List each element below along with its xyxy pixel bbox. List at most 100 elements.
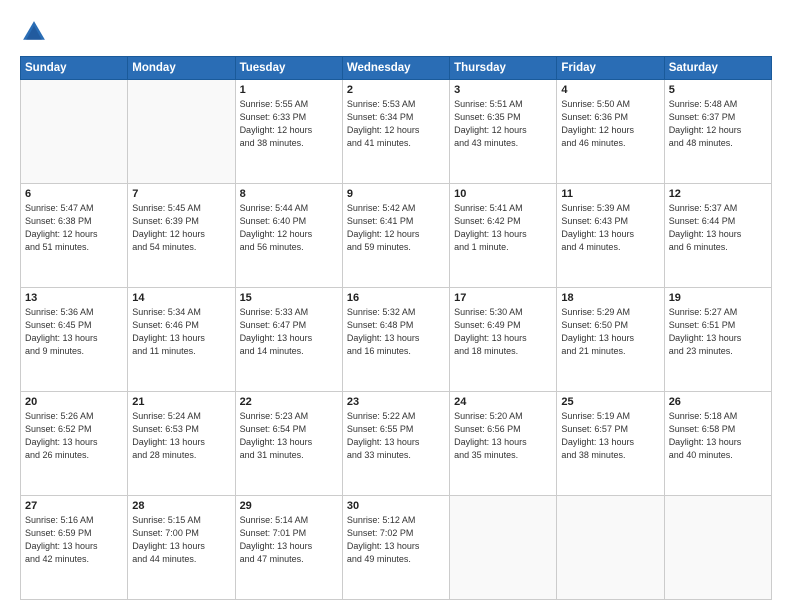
- calendar-cell: 17 Sunrise: 5:30 AM Sunset: 6:49 PM Dayli…: [450, 288, 557, 392]
- day-number: 3: [454, 84, 552, 96]
- day-info: Sunrise: 5:16 AM Sunset: 6:59 PM Dayligh…: [25, 514, 123, 566]
- calendar-cell: 7 Sunrise: 5:45 AM Sunset: 6:39 PM Daylig…: [128, 184, 235, 288]
- calendar-cell: 23 Sunrise: 5:22 AM Sunset: 6:55 PM Dayli…: [342, 392, 449, 496]
- day-number: 4: [561, 84, 659, 96]
- calendar-cell: [21, 80, 128, 184]
- day-number: 20: [25, 396, 123, 408]
- calendar-table: SundayMondayTuesdayWednesdayThursdayFrid…: [20, 56, 772, 600]
- day-info: Sunrise: 5:29 AM Sunset: 6:50 PM Dayligh…: [561, 306, 659, 358]
- logo-icon: [20, 18, 48, 46]
- day-number: 12: [669, 188, 767, 200]
- day-number: 14: [132, 292, 230, 304]
- day-info: Sunrise: 5:51 AM Sunset: 6:35 PM Dayligh…: [454, 98, 552, 150]
- day-number: 25: [561, 396, 659, 408]
- calendar-cell: 8 Sunrise: 5:44 AM Sunset: 6:40 PM Daylig…: [235, 184, 342, 288]
- day-header-tuesday: Tuesday: [235, 57, 342, 80]
- day-info: Sunrise: 5:33 AM Sunset: 6:47 PM Dayligh…: [240, 306, 338, 358]
- day-info: Sunrise: 5:12 AM Sunset: 7:02 PM Dayligh…: [347, 514, 445, 566]
- day-info: Sunrise: 5:41 AM Sunset: 6:42 PM Dayligh…: [454, 202, 552, 254]
- day-number: 23: [347, 396, 445, 408]
- page: SundayMondayTuesdayWednesdayThursdayFrid…: [0, 0, 792, 612]
- day-number: 5: [669, 84, 767, 96]
- day-info: Sunrise: 5:19 AM Sunset: 6:57 PM Dayligh…: [561, 410, 659, 462]
- day-info: Sunrise: 5:20 AM Sunset: 6:56 PM Dayligh…: [454, 410, 552, 462]
- calendar-cell: 21 Sunrise: 5:24 AM Sunset: 6:53 PM Dayli…: [128, 392, 235, 496]
- day-number: 22: [240, 396, 338, 408]
- day-info: Sunrise: 5:23 AM Sunset: 6:54 PM Dayligh…: [240, 410, 338, 462]
- calendar-cell: 9Sunrise: 5:42 AM Sunset: 6:41 PM Daylig…: [342, 184, 449, 288]
- calendar-cell: 4 Sunrise: 5:50 AM Sunset: 6:36 PM Daylig…: [557, 80, 664, 184]
- day-number: 6: [25, 188, 123, 200]
- calendar-cell: 26Sunrise: 5:18 AM Sunset: 6:58 PM Dayli…: [664, 392, 771, 496]
- calendar-week-row: 13 Sunrise: 5:36 AM Sunset: 6:45 PM Dayli…: [21, 288, 772, 392]
- calendar-cell: [557, 496, 664, 600]
- day-number: 8: [240, 188, 338, 200]
- header: [20, 18, 772, 46]
- day-number: 11: [561, 188, 659, 200]
- day-info: Sunrise: 5:47 AM Sunset: 6:38 PM Dayligh…: [25, 202, 123, 254]
- day-info: Sunrise: 5:36 AM Sunset: 6:45 PM Dayligh…: [25, 306, 123, 358]
- day-number: 2: [347, 84, 445, 96]
- day-info: Sunrise: 5:32 AM Sunset: 6:48 PM Dayligh…: [347, 306, 445, 358]
- calendar-week-row: 1Sunrise: 5:55 AM Sunset: 6:33 PM Daylig…: [21, 80, 772, 184]
- logo: [20, 18, 52, 46]
- day-number: 30: [347, 500, 445, 512]
- day-header-saturday: Saturday: [664, 57, 771, 80]
- calendar-cell: 11 Sunrise: 5:39 AM Sunset: 6:43 PM Dayli…: [557, 184, 664, 288]
- day-number: 28: [132, 500, 230, 512]
- day-number: 26: [669, 396, 767, 408]
- day-number: 29: [240, 500, 338, 512]
- day-number: 19: [669, 292, 767, 304]
- day-info: Sunrise: 5:22 AM Sunset: 6:55 PM Dayligh…: [347, 410, 445, 462]
- day-header-wednesday: Wednesday: [342, 57, 449, 80]
- day-number: 13: [25, 292, 123, 304]
- day-number: 24: [454, 396, 552, 408]
- day-info: Sunrise: 5:24 AM Sunset: 6:53 PM Dayligh…: [132, 410, 230, 462]
- day-info: Sunrise: 5:50 AM Sunset: 6:36 PM Dayligh…: [561, 98, 659, 150]
- day-header-thursday: Thursday: [450, 57, 557, 80]
- day-info: Sunrise: 5:45 AM Sunset: 6:39 PM Dayligh…: [132, 202, 230, 254]
- calendar-cell: 15Sunrise: 5:33 AM Sunset: 6:47 PM Dayli…: [235, 288, 342, 392]
- calendar-cell: 22 Sunrise: 5:23 AM Sunset: 6:54 PM Dayli…: [235, 392, 342, 496]
- calendar-cell: 18 Sunrise: 5:29 AM Sunset: 6:50 PM Dayli…: [557, 288, 664, 392]
- calendar-cell: 25 Sunrise: 5:19 AM Sunset: 6:57 PM Dayli…: [557, 392, 664, 496]
- calendar-cell: 16 Sunrise: 5:32 AM Sunset: 6:48 PM Dayli…: [342, 288, 449, 392]
- day-info: Sunrise: 5:34 AM Sunset: 6:46 PM Dayligh…: [132, 306, 230, 358]
- day-header-sunday: Sunday: [21, 57, 128, 80]
- calendar-cell: [664, 496, 771, 600]
- day-number: 9: [347, 188, 445, 200]
- day-number: 18: [561, 292, 659, 304]
- calendar-cell: 3 Sunrise: 5:51 AM Sunset: 6:35 PM Daylig…: [450, 80, 557, 184]
- day-info: Sunrise: 5:27 AM Sunset: 6:51 PM Dayligh…: [669, 306, 767, 358]
- calendar-cell: 27 Sunrise: 5:16 AM Sunset: 6:59 PM Dayli…: [21, 496, 128, 600]
- calendar-cell: 6 Sunrise: 5:47 AM Sunset: 6:38 PM Daylig…: [21, 184, 128, 288]
- day-info: Sunrise: 5:30 AM Sunset: 6:49 PM Dayligh…: [454, 306, 552, 358]
- day-number: 10: [454, 188, 552, 200]
- day-header-monday: Monday: [128, 57, 235, 80]
- calendar-cell: [450, 496, 557, 600]
- day-info: Sunrise: 5:26 AM Sunset: 6:52 PM Dayligh…: [25, 410, 123, 462]
- day-number: 7: [132, 188, 230, 200]
- calendar-cell: 5 Sunrise: 5:48 AM Sunset: 6:37 PM Daylig…: [664, 80, 771, 184]
- calendar-cell: 28Sunrise: 5:15 AM Sunset: 7:00 PM Dayli…: [128, 496, 235, 600]
- calendar-cell: 13 Sunrise: 5:36 AM Sunset: 6:45 PM Dayli…: [21, 288, 128, 392]
- day-number: 16: [347, 292, 445, 304]
- calendar-week-row: 27 Sunrise: 5:16 AM Sunset: 6:59 PM Dayli…: [21, 496, 772, 600]
- calendar-cell: 20 Sunrise: 5:26 AM Sunset: 6:52 PM Dayli…: [21, 392, 128, 496]
- day-info: Sunrise: 5:48 AM Sunset: 6:37 PM Dayligh…: [669, 98, 767, 150]
- calendar-week-row: 6 Sunrise: 5:47 AM Sunset: 6:38 PM Daylig…: [21, 184, 772, 288]
- calendar-cell: [128, 80, 235, 184]
- day-info: Sunrise: 5:53 AM Sunset: 6:34 PM Dayligh…: [347, 98, 445, 150]
- calendar-cell: 29Sunrise: 5:14 AM Sunset: 7:01 PM Dayli…: [235, 496, 342, 600]
- calendar-cell: 19 Sunrise: 5:27 AM Sunset: 6:51 PM Dayli…: [664, 288, 771, 392]
- day-number: 17: [454, 292, 552, 304]
- day-info: Sunrise: 5:39 AM Sunset: 6:43 PM Dayligh…: [561, 202, 659, 254]
- day-info: Sunrise: 5:37 AM Sunset: 6:44 PM Dayligh…: [669, 202, 767, 254]
- day-number: 21: [132, 396, 230, 408]
- calendar-cell: 14 Sunrise: 5:34 AM Sunset: 6:46 PM Dayli…: [128, 288, 235, 392]
- day-number: 27: [25, 500, 123, 512]
- calendar-week-row: 20 Sunrise: 5:26 AM Sunset: 6:52 PM Dayli…: [21, 392, 772, 496]
- day-number: 1: [240, 84, 338, 96]
- day-info: Sunrise: 5:44 AM Sunset: 6:40 PM Dayligh…: [240, 202, 338, 254]
- calendar-cell: 1Sunrise: 5:55 AM Sunset: 6:33 PM Daylig…: [235, 80, 342, 184]
